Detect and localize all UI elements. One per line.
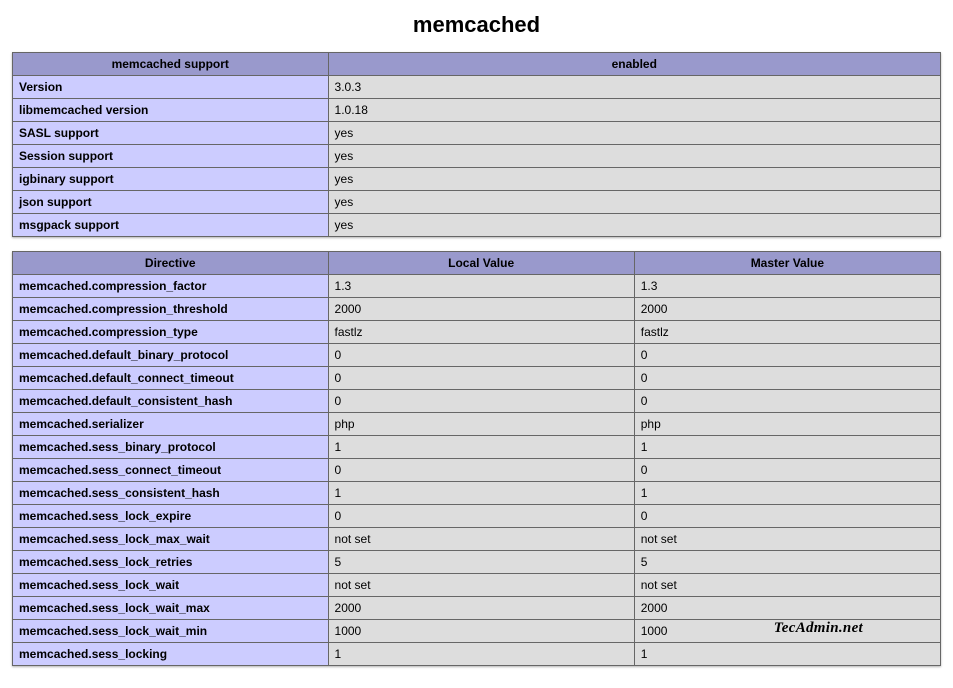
master-value-header: Master Value [634, 252, 940, 275]
support-label: Version [13, 76, 329, 99]
master-value: not set [634, 528, 940, 551]
local-value: 0 [328, 505, 634, 528]
local-value: 5 [328, 551, 634, 574]
support-value: yes [328, 214, 940, 237]
directive-name: memcached.default_connect_timeout [13, 367, 329, 390]
directive-name: memcached.default_binary_protocol [13, 344, 329, 367]
support-value: 1.0.18 [328, 99, 940, 122]
directive-name: memcached.compression_type [13, 321, 329, 344]
local-value: 1 [328, 482, 634, 505]
directive-name: memcached.sess_lock_wait [13, 574, 329, 597]
local-value: not set [328, 574, 634, 597]
support-value: yes [328, 122, 940, 145]
local-value: 1000 [328, 620, 634, 643]
master-value: 2000 [634, 298, 940, 321]
table-row: memcached.compression_factor1.31.3 [13, 275, 941, 298]
support-label: SASL support [13, 122, 329, 145]
directive-name: memcached.serializer [13, 413, 329, 436]
table-row: memcached.sess_binary_protocol11 [13, 436, 941, 459]
table-row: memcached.sess_connect_timeout00 [13, 459, 941, 482]
table-row: memcached.sess_lock_wait_min10001000 [13, 620, 941, 643]
local-value: 0 [328, 390, 634, 413]
master-value: 0 [634, 344, 940, 367]
local-value: php [328, 413, 634, 436]
table-row: memcached.sess_locking11 [13, 643, 941, 666]
support-label: libmemcached version [13, 99, 329, 122]
support-value: yes [328, 168, 940, 191]
master-value: 0 [634, 459, 940, 482]
table-row: igbinary supportyes [13, 168, 941, 191]
table-row: SASL supportyes [13, 122, 941, 145]
local-value: 0 [328, 367, 634, 390]
directive-name: memcached.sess_lock_expire [13, 505, 329, 528]
table-row: memcached.sess_consistent_hash11 [13, 482, 941, 505]
directives-table: Directive Local Value Master Value memca… [12, 251, 941, 666]
support-label: igbinary support [13, 168, 329, 191]
directive-name: memcached.sess_lock_max_wait [13, 528, 329, 551]
local-value: 1 [328, 436, 634, 459]
master-value: 2000 [634, 597, 940, 620]
table-header-row: memcached support enabled [13, 53, 941, 76]
master-value: php [634, 413, 940, 436]
local-value: fastlz [328, 321, 634, 344]
table-row: Session supportyes [13, 145, 941, 168]
table-row: memcached.sess_lock_max_waitnot setnot s… [13, 528, 941, 551]
directive-name: memcached.sess_lock_wait_min [13, 620, 329, 643]
master-value: 1 [634, 436, 940, 459]
master-value: 1 [634, 482, 940, 505]
support-value: yes [328, 191, 940, 214]
directive-header: Directive [13, 252, 329, 275]
table-row: memcached.default_consistent_hash00 [13, 390, 941, 413]
local-value-header: Local Value [328, 252, 634, 275]
directive-name: memcached.compression_factor [13, 275, 329, 298]
table-row: memcached.sess_lock_expire00 [13, 505, 941, 528]
local-value: 1 [328, 643, 634, 666]
master-value: fastlz [634, 321, 940, 344]
local-value: 0 [328, 344, 634, 367]
table-row: memcached.sess_lock_waitnot setnot set [13, 574, 941, 597]
support-label: json support [13, 191, 329, 214]
master-value: not set [634, 574, 940, 597]
local-value: not set [328, 528, 634, 551]
table-row: Version3.0.3 [13, 76, 941, 99]
directive-name: memcached.sess_locking [13, 643, 329, 666]
table-row: memcached.sess_lock_wait_max20002000 [13, 597, 941, 620]
table-row: libmemcached version1.0.18 [13, 99, 941, 122]
directive-name: memcached.sess_lock_wait_max [13, 597, 329, 620]
local-value: 2000 [328, 298, 634, 321]
master-value: 5 [634, 551, 940, 574]
master-value: 1 [634, 643, 940, 666]
local-value: 0 [328, 459, 634, 482]
directive-name: memcached.sess_consistent_hash [13, 482, 329, 505]
local-value: 1.3 [328, 275, 634, 298]
table-row: memcached.default_connect_timeout00 [13, 367, 941, 390]
table-row: memcached.compression_threshold20002000 [13, 298, 941, 321]
support-value: yes [328, 145, 940, 168]
support-header-label: memcached support [13, 53, 329, 76]
master-value: 0 [634, 505, 940, 528]
directive-name: memcached.compression_threshold [13, 298, 329, 321]
table-row: json supportyes [13, 191, 941, 214]
support-table: memcached support enabled Version3.0.3li… [12, 52, 941, 237]
local-value: 2000 [328, 597, 634, 620]
master-value: 1.3 [634, 275, 940, 298]
master-value: 1000 [634, 620, 940, 643]
directive-name: memcached.default_consistent_hash [13, 390, 329, 413]
table-row: memcached.compression_typefastlzfastlz [13, 321, 941, 344]
table-header-row: Directive Local Value Master Value [13, 252, 941, 275]
support-header-value: enabled [328, 53, 940, 76]
support-value: 3.0.3 [328, 76, 940, 99]
directive-name: memcached.sess_binary_protocol [13, 436, 329, 459]
directive-name: memcached.sess_lock_retries [13, 551, 329, 574]
table-row: memcached.default_binary_protocol00 [13, 344, 941, 367]
master-value: 0 [634, 367, 940, 390]
support-label: Session support [13, 145, 329, 168]
support-label: msgpack support [13, 214, 329, 237]
table-row: memcached.sess_lock_retries55 [13, 551, 941, 574]
master-value: 0 [634, 390, 940, 413]
directive-name: memcached.sess_connect_timeout [13, 459, 329, 482]
table-row: msgpack supportyes [13, 214, 941, 237]
table-row: memcached.serializerphpphp [13, 413, 941, 436]
page-title: memcached [12, 12, 941, 38]
